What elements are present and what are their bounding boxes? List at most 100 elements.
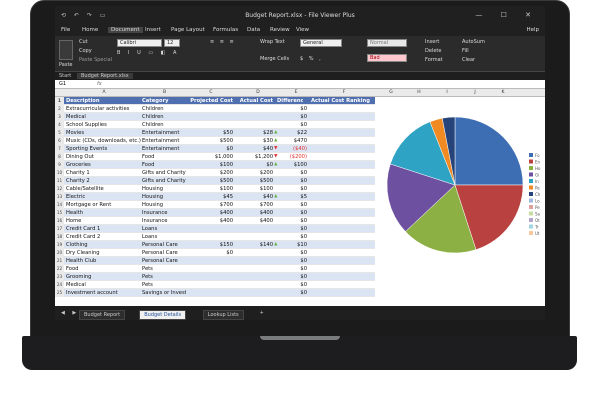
legend-label: In: [535, 179, 539, 184]
cell-difference: $0: [300, 186, 307, 192]
cell-actual: $28: [263, 130, 273, 136]
sheet-tab-budget-details[interactable]: Budget Details: [139, 310, 187, 320]
window-controls[interactable]: — ☐ ✕: [475, 11, 539, 19]
clear-button[interactable]: Clear: [462, 57, 475, 63]
menu-home[interactable]: Home: [82, 27, 98, 33]
pie-chart[interactable]: Fo En Ho Gi In Pe Ch Lo Pe Sa Ot Tr Ut: [377, 97, 545, 305]
menu-review[interactable]: Review: [270, 27, 290, 33]
cell-description: Investment account: [66, 290, 118, 296]
column-header-e[interactable]: E: [281, 90, 311, 95]
table-row[interactable]: 18 Credit Card 2 Loans $0: [55, 233, 375, 241]
style-bad[interactable]: Bad: [367, 54, 407, 62]
fill-button[interactable]: Fill: [462, 48, 469, 54]
column-header-i[interactable]: I: [433, 90, 461, 95]
menu-document[interactable]: Document: [108, 27, 143, 33]
legend-swatch: [529, 198, 533, 203]
sheet-nav-icons[interactable]: ◀ ▶: [61, 310, 79, 316]
table-row[interactable]: 24 Medical Pets $0: [55, 281, 375, 289]
cut-button[interactable]: Cut: [79, 39, 88, 45]
cell-category: Housing: [142, 186, 164, 192]
cell-indicator: ▲: [274, 138, 278, 143]
table-row[interactable]: 14 Mortgage or Rent Housing $700 $700 $0: [55, 201, 375, 209]
sheet-tab-budget-report[interactable]: Budget Report: [79, 310, 126, 320]
cell-actual: $40: [263, 146, 273, 152]
column-header-f[interactable]: F: [311, 90, 377, 95]
pie-slice[interactable]: [454, 116, 524, 186]
table-row[interactable]: 4 School Supplies Children $0: [55, 121, 375, 129]
format-button[interactable]: Format: [425, 57, 443, 63]
column-header-k[interactable]: K: [489, 90, 517, 95]
header-category[interactable]: Category: [142, 97, 186, 105]
header-projected[interactable]: Projected Cost: [187, 97, 233, 105]
cell-projected: $500: [219, 178, 233, 184]
paste-button[interactable]: Paste: [59, 62, 73, 68]
menu-file[interactable]: File: [61, 27, 70, 33]
table-row[interactable]: 10 Charity 1 Gifts and Charity $200 $200 $0: [55, 169, 375, 177]
number-format-select[interactable]: General: [300, 39, 342, 47]
insert-button[interactable]: Insert: [425, 39, 439, 45]
style-normal[interactable]: Normal: [367, 39, 407, 47]
header-actual[interactable]: Actual Cost: [235, 97, 273, 105]
header-difference[interactable]: Difference: [277, 97, 303, 105]
table-row[interactable]: 5 Movies Entertainment $50 $28 ▲ $22: [55, 129, 375, 137]
paste-special-button[interactable]: Paste Special: [79, 57, 112, 63]
column-header-d[interactable]: D: [235, 90, 281, 95]
table-row[interactable]: 21 Health Club Personal Care $0: [55, 257, 375, 265]
table-row[interactable]: 2 Extracurricular activities Children $0: [55, 105, 375, 113]
help-menu[interactable]: Help: [526, 27, 539, 33]
table-row[interactable]: 22 Food Pets $0: [55, 265, 375, 273]
align-icons[interactable]: ≡ ≡ ≡: [210, 39, 236, 45]
table-row[interactable]: 8 Dining Out Food $1,000 $1,200 ▼ ($200): [55, 153, 375, 161]
format-icons[interactable]: B I U ▭ ◧ A: [117, 50, 179, 56]
delete-button[interactable]: Delete: [425, 48, 441, 54]
start-tab[interactable]: Start: [59, 73, 71, 79]
table-row[interactable]: 17 Credit Card 1 Loans $0: [55, 225, 375, 233]
menu-data[interactable]: Data: [247, 27, 260, 33]
cell-difference: $0: [300, 210, 307, 216]
table-row[interactable]: 7 Sporting Events Entertainment $0 $40 ▼ ($40): [55, 145, 375, 153]
menu-formulas[interactable]: Formulas: [213, 27, 238, 33]
table-row[interactable]: 6 Music (CDs, downloads, etc.) Entertainme…: [55, 137, 375, 145]
paste-icon[interactable]: [59, 40, 73, 60]
table-row[interactable]: 3 Medical Children $0: [55, 113, 375, 121]
cell-projected: $1,000: [214, 154, 233, 160]
formula-bar: G1 fx: [55, 80, 545, 89]
autosum-button[interactable]: AutoSum: [462, 39, 485, 45]
header-description[interactable]: Description: [66, 97, 150, 105]
column-header-a[interactable]: A: [66, 90, 142, 95]
font-select[interactable]: Calibri: [117, 39, 162, 47]
cell-difference: $0: [300, 170, 307, 176]
column-header-h[interactable]: H: [405, 90, 433, 95]
name-box[interactable]: G1: [59, 81, 66, 87]
table-row[interactable]: 16 Home Insurance $400 $400 $0: [55, 217, 375, 225]
document-tab[interactable]: Budget Report.xlsx: [77, 73, 133, 79]
cell-actual: $400: [259, 218, 273, 224]
table-row[interactable]: 25Investment account Savings or Investmen…: [55, 289, 375, 297]
table-row[interactable]: 23 Grooming Pets $0: [55, 273, 375, 281]
menu-insert[interactable]: Insert: [145, 27, 161, 33]
sheet-tab-lookup-lists[interactable]: Lookup Lists: [202, 310, 244, 320]
merge-cells-button[interactable]: Merge Cells: [260, 56, 289, 62]
column-header-b[interactable]: B: [142, 90, 187, 95]
column-header-g[interactable]: G: [377, 90, 405, 95]
spreadsheet-grid[interactable]: 1 Description Category Projected Cost Ac…: [55, 97, 375, 297]
table-row[interactable]: 13 Electric Housing $45 $40 ▲ $5: [55, 193, 375, 201]
table-row[interactable]: 15 Health Insurance $400 $400 $0: [55, 209, 375, 217]
font-size-select[interactable]: 12: [164, 39, 180, 47]
table-row[interactable]: 20 Dry Cleaning Personal Care $0 $0: [55, 249, 375, 257]
table-row[interactable]: 19 Clothing Personal Care $150 $140 ▲ $10: [55, 241, 375, 249]
wrap-text-button[interactable]: Wrap Text: [260, 39, 285, 45]
cell-projected: $100: [219, 162, 233, 168]
table-row[interactable]: 9 Groceries Food $100 $0 ▲ $100: [55, 161, 375, 169]
menu-view[interactable]: View: [296, 27, 309, 33]
copy-button[interactable]: Copy: [79, 48, 92, 54]
add-sheet-button[interactable]: +: [260, 310, 264, 316]
number-icons[interactable]: $ % ,: [300, 56, 323, 62]
column-header-c[interactable]: C: [187, 90, 235, 95]
menu-page-layout[interactable]: Page Layout: [171, 27, 205, 33]
cell-category: Pets: [142, 266, 153, 272]
table-row[interactable]: 12 Cable/Satellite Housing $100 $100 $0: [55, 185, 375, 193]
column-header-j[interactable]: J: [461, 90, 489, 95]
header-ranking[interactable]: Actual Cost Ranking: [311, 97, 375, 105]
table-row[interactable]: 11 Charity 2 Gifts and Charity $500 $500 $0: [55, 177, 375, 185]
